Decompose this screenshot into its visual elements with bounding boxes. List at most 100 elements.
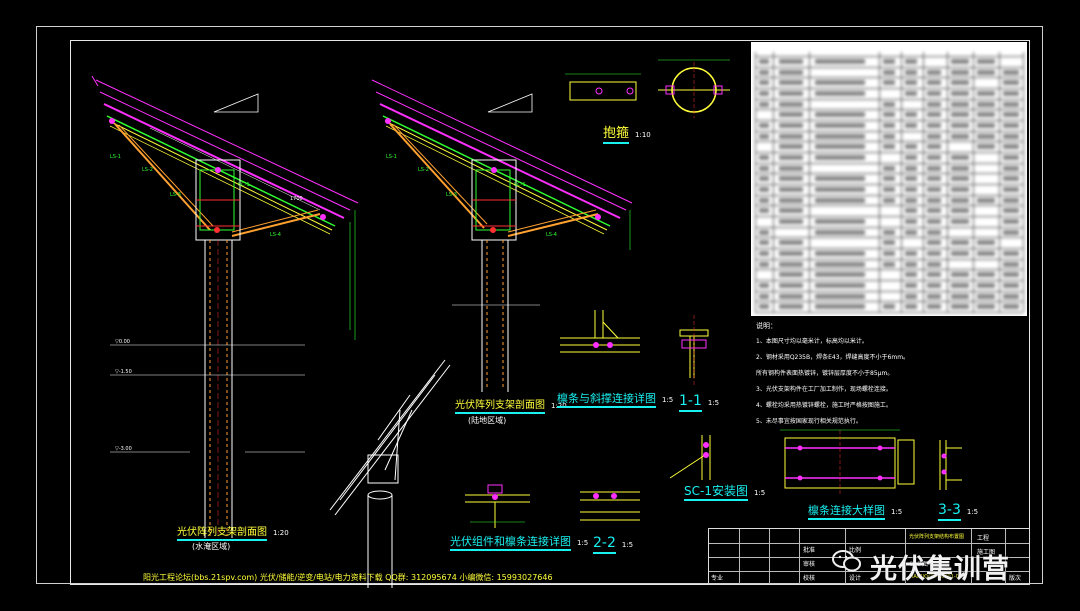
schedule-cell (883, 102, 895, 107)
schedule-cell (779, 262, 803, 267)
schedule-cell (815, 112, 865, 117)
schedule-grid-line (755, 280, 1023, 281)
schedule-grid-line (755, 52, 756, 312)
schedule-cell (905, 198, 917, 203)
title-section-2-2-scale: 1:5 (622, 541, 633, 549)
title-block-specialty: 专业 (711, 573, 723, 582)
schedule-cell (977, 70, 995, 75)
schedule-cell (883, 262, 895, 267)
schedule-cell (1003, 112, 1019, 117)
notes-item: 3、光伏支架构件在工厂加工制作，现场螺栓连接。 (756, 382, 1026, 398)
schedule-cell (905, 304, 917, 309)
schedule-cell (927, 198, 941, 203)
schedule-cell (1003, 91, 1019, 96)
schedule-cell (927, 80, 941, 85)
svg-text:SC-1: SC-1 (238, 182, 250, 188)
svg-text:LS-1: LS-1 (386, 154, 397, 160)
watermark-text: 光伏集训营 (870, 547, 1010, 586)
schedule-cell (905, 230, 917, 235)
title-land-section-text: 光伏阵列支架剖面图 (455, 400, 545, 414)
schedule-grid-line (755, 152, 1023, 153)
schedule-cell (951, 304, 969, 309)
schedule-cell (759, 91, 769, 96)
schedule-cell (779, 219, 803, 224)
schedule-cell (779, 208, 803, 213)
schedule-cell (883, 112, 895, 117)
schedule-cell (1003, 219, 1019, 224)
isometric-sketch (330, 360, 450, 588)
schedule-cell (759, 155, 769, 160)
schedule-grid-line (755, 205, 1023, 206)
schedule-cell (927, 134, 941, 139)
title-purlin-brace-scale: 1:5 (662, 396, 673, 404)
notes-item: 所有钢构件表面热镀锌，镀锌层厚度不小于85μm。 (756, 366, 1026, 382)
schedule-cell (951, 134, 969, 139)
schedule-grid-line (755, 173, 1023, 174)
schedule-cell (779, 294, 803, 299)
title-sc1-install-text: SC-1安装图 (684, 484, 748, 501)
schedule-grid-line (755, 163, 1023, 164)
svg-text:LS-4: LS-4 (270, 232, 281, 238)
title-block-role-check: 校核 (803, 573, 815, 582)
schedule-cell (927, 230, 941, 235)
schedule-cell (977, 91, 995, 96)
title-flood-area: (水淹区域) (192, 543, 230, 551)
schedule-cell (759, 240, 769, 245)
pv-purlin-detail-drawing (465, 485, 530, 528)
schedule-cell (927, 70, 941, 75)
schedule-cell (815, 272, 865, 277)
schedule-cell (951, 187, 969, 192)
schedule-cell (815, 91, 865, 96)
schedule-grid-line (947, 52, 948, 312)
schedule-cell (883, 70, 895, 75)
section-3-3-drawing (940, 440, 962, 490)
svg-text:▽-3.00: ▽-3.00 (115, 446, 132, 452)
schedule-cell (905, 155, 917, 160)
schedule-cell (759, 123, 769, 128)
schedule-cell (883, 80, 895, 85)
title-block-project-label: 工程 (977, 533, 989, 542)
notes-item: 2、钢材采用Q235B，焊条E43，焊缝高度不小于6mm。 (756, 350, 1026, 366)
schedule-cell (1003, 283, 1019, 288)
schedule-cell (977, 102, 995, 107)
schedule-grid-line (1023, 52, 1024, 312)
schedule-cell (977, 240, 995, 245)
schedule-cell (883, 166, 895, 171)
schedule-cell (883, 240, 895, 245)
schedule-cell (927, 208, 941, 213)
schedule-grid-line (755, 56, 1023, 57)
title-land-area: (陆地区域) (468, 417, 506, 425)
schedule-grid-line (973, 52, 974, 312)
svg-text:▽0.00: ▽0.00 (115, 339, 130, 345)
notes-item: 1、本图尺寸均以毫米计，标高均以米计。 (756, 334, 1026, 350)
schedule-cell (977, 144, 995, 149)
schedule-cell (779, 80, 803, 85)
schedule-grid-line (755, 131, 1023, 132)
schedule-cell (1003, 230, 1019, 235)
schedule-cell (815, 262, 865, 267)
schedule-grid-line (879, 52, 880, 312)
schedule-cell (1003, 272, 1019, 277)
title-block-edition-label: 版次 (1009, 573, 1021, 582)
schedule-grid-line (755, 141, 1023, 142)
schedule-cell (779, 91, 803, 96)
schedule-grid-line (755, 120, 1023, 121)
schedule-cell (927, 187, 941, 192)
schedule-cell (951, 240, 969, 245)
title-purlin-joint-scale: 1:5 (891, 508, 902, 516)
schedule-cell (779, 112, 803, 117)
schedule-cell (927, 294, 941, 299)
footer-credits: 阳光工程论坛(bbs.21spv.com) 光伏/储能/逆变/电站/电力资料下载… (143, 572, 553, 583)
schedule-cell (815, 59, 865, 64)
schedule-cell (977, 283, 995, 288)
schedule-grid-line (755, 291, 1023, 292)
schedule-cell (927, 251, 941, 256)
schedule-cell (759, 283, 769, 288)
schedule-cell (927, 176, 941, 181)
schedule-cell (951, 176, 969, 181)
title-purlin-brace-text: 檩条与斜撑连接详图 (557, 392, 656, 408)
schedule-cell (883, 230, 895, 235)
schedule-cell (759, 262, 769, 267)
schedule-cell (951, 59, 969, 64)
schedule-cell (815, 294, 865, 299)
